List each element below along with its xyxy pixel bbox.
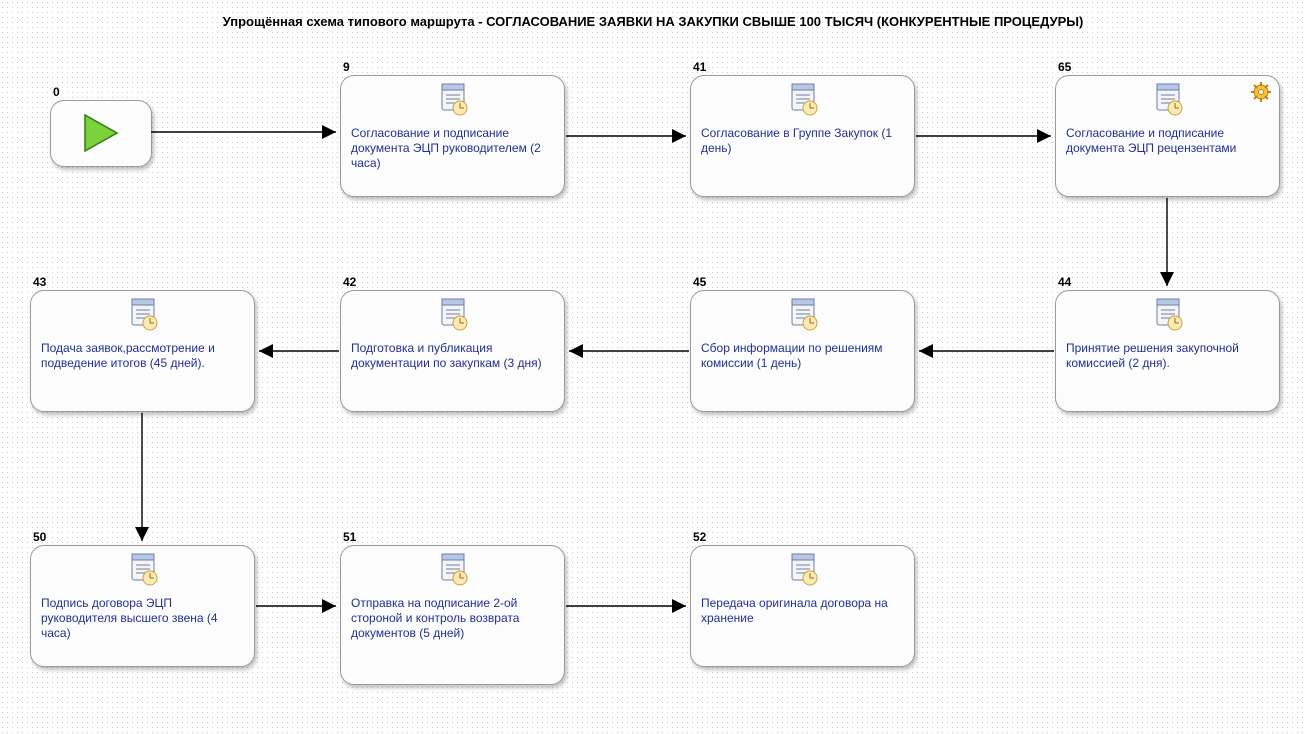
node-text: Подача заявок,рассмотрение и подведение … <box>41 341 244 371</box>
start-node[interactable]: 0 <box>50 100 152 167</box>
task-node-52[interactable]: 52 Передача оригинала договора на хранен… <box>690 545 915 667</box>
document-clock-icon <box>436 82 470 119</box>
node-id-label: 65 <box>1058 60 1071 74</box>
node-id-label: 52 <box>693 530 706 544</box>
task-node-42[interactable]: 42 Подготовка и публикация документации … <box>340 290 565 412</box>
node-id-label: 41 <box>693 60 706 74</box>
document-clock-icon <box>436 552 470 589</box>
document-clock-icon <box>1151 297 1185 334</box>
task-node-9[interactable]: 9 Согласование и подписание документа ЭЦ… <box>340 75 565 197</box>
task-node-65[interactable]: 65 Согласование и подписание документа Э… <box>1055 75 1280 197</box>
document-clock-icon <box>126 297 160 334</box>
document-clock-icon <box>786 297 820 334</box>
node-text: Передача оригинала договора на хранение <box>701 596 904 626</box>
document-clock-icon <box>786 82 820 119</box>
play-icon <box>81 113 121 153</box>
document-clock-icon <box>436 297 470 334</box>
task-node-41[interactable]: 41 Согласование в Группе Закупок (1 день… <box>690 75 915 197</box>
task-node-45[interactable]: 45 Сбор информации по решениям комиссии … <box>690 290 915 412</box>
node-id-label: 50 <box>33 530 46 544</box>
node-text: Подпись договора ЭЦП руководителя высшег… <box>41 596 244 641</box>
node-text: Согласование и подписание документа ЭЦП … <box>351 126 554 171</box>
node-text: Отправка на подписание 2-ой стороной и к… <box>351 596 554 641</box>
task-node-44[interactable]: 44 Принятие решения закупочной комиссией… <box>1055 290 1280 412</box>
document-clock-icon <box>1151 82 1185 119</box>
node-text: Согласование и подписание документа ЭЦП … <box>1066 126 1269 156</box>
node-text: Принятие решения закупочной комиссией (2… <box>1066 341 1269 371</box>
task-node-43[interactable]: 43 Подача заявок,рассмотрение и подведен… <box>30 290 255 412</box>
node-id-label: 42 <box>343 275 356 289</box>
document-clock-icon <box>786 552 820 589</box>
diagram-title: Упрощённая схема типового маршрута - СОГ… <box>0 14 1306 29</box>
node-id-label: 0 <box>53 85 60 99</box>
node-id-label: 44 <box>1058 275 1071 289</box>
gear-icon <box>1251 82 1271 105</box>
node-text: Согласование в Группе Закупок (1 день) <box>701 126 904 156</box>
node-id-label: 9 <box>343 60 350 74</box>
node-id-label: 43 <box>33 275 46 289</box>
task-node-50[interactable]: 50 Подпись договора ЭЦП руководителя выс… <box>30 545 255 667</box>
node-id-label: 45 <box>693 275 706 289</box>
node-text: Подготовка и публикация документации по … <box>351 341 554 371</box>
document-clock-icon <box>126 552 160 589</box>
task-node-51[interactable]: 51 Отправка на подписание 2-ой стороной … <box>340 545 565 685</box>
node-text: Сбор информации по решениям комиссии (1 … <box>701 341 904 371</box>
node-id-label: 51 <box>343 530 356 544</box>
